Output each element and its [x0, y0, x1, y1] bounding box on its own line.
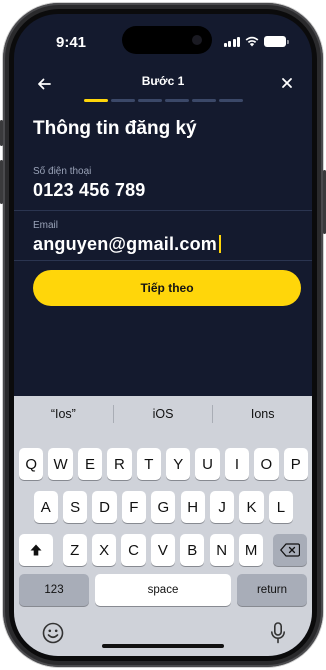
key-r[interactable]: R — [107, 448, 132, 480]
status-time: 9:41 — [56, 34, 87, 51]
suggestion-bar: “Ios” iOS Ions — [14, 396, 312, 432]
email-field-text: anguyen@gmail.com — [33, 234, 217, 254]
key-e[interactable]: E — [77, 448, 103, 480]
next-button[interactable]: Tiếp theo — [33, 270, 301, 306]
email-field[interactable]: Email anguyen@gmail.com — [14, 220, 312, 255]
backspace-icon — [280, 543, 300, 557]
key-j[interactable]: J — [209, 491, 235, 523]
key-t[interactable]: T — [136, 448, 161, 480]
keyboard: “Ios” iOS Ions QWERTYUIOP ASDFGHJKL ZXCVBN… — [14, 396, 312, 656]
wifi-icon — [245, 36, 259, 47]
key-b[interactable]: B — [180, 534, 205, 566]
progress-segment — [192, 99, 216, 102]
dynamic-island — [122, 26, 212, 54]
progress-segment — [84, 99, 108, 102]
space-key[interactable]: space — [95, 574, 231, 606]
suggestion-item[interactable]: Ions — [213, 407, 312, 421]
suggestion-item[interactable]: iOS — [114, 407, 213, 421]
numbers-key[interactable]: 123 — [19, 574, 89, 606]
key-a[interactable]: A — [33, 491, 58, 523]
page-title: Thông tin đăng ký — [33, 118, 197, 139]
progress-segment — [138, 99, 162, 102]
key-g[interactable]: G — [151, 491, 176, 523]
key-s[interactable]: S — [62, 491, 88, 523]
key-f[interactable]: F — [121, 491, 147, 523]
home-indicator[interactable] — [102, 644, 224, 648]
step-progress — [84, 99, 243, 102]
divider — [14, 260, 312, 261]
nav-bar: Bước 1 — [14, 70, 312, 110]
phone-field[interactable]: Số điện thoại 0123 456 789 — [14, 166, 312, 201]
signal-icon — [223, 36, 240, 47]
key-i[interactable]: I — [224, 448, 250, 480]
phone-field-label: Số điện thoại — [33, 166, 92, 177]
email-field-value: anguyen@gmail.com — [33, 234, 312, 255]
key-z[interactable]: Z — [62, 534, 87, 566]
return-key[interactable]: return — [237, 574, 307, 606]
emoji-icon[interactable] — [42, 622, 64, 644]
step-title: Bước 1 — [141, 74, 185, 88]
battery-icon — [264, 36, 289, 47]
close-icon[interactable] — [280, 76, 294, 90]
status-icons — [223, 36, 289, 47]
key-w[interactable]: W — [48, 448, 73, 480]
key-o[interactable]: O — [254, 448, 279, 480]
key-m[interactable]: M — [238, 534, 264, 566]
key-h[interactable]: H — [180, 491, 205, 523]
key-n[interactable]: N — [209, 534, 234, 566]
shift-icon — [30, 544, 42, 556]
text-caret — [219, 235, 221, 253]
progress-segment — [111, 99, 135, 102]
delete-key[interactable] — [273, 534, 307, 566]
camera-icon — [192, 35, 202, 45]
progress-segment — [165, 99, 189, 102]
key-q[interactable]: Q — [19, 448, 44, 480]
key-u[interactable]: U — [195, 448, 220, 480]
status-bar: 9:41 — [14, 14, 312, 64]
volume-button — [0, 160, 3, 204]
progress-segment — [219, 99, 243, 102]
key-x[interactable]: X — [91, 534, 117, 566]
key-c[interactable]: C — [121, 534, 146, 566]
divider — [14, 210, 312, 211]
key-l[interactable]: L — [268, 491, 294, 523]
key-y[interactable]: Y — [166, 448, 191, 480]
app-screen: 9:41 Bước 1 Thông tin đăng ký Số điện th… — [14, 14, 312, 656]
key-v[interactable]: V — [150, 534, 176, 566]
key-p[interactable]: P — [283, 448, 308, 480]
suggestion-item[interactable]: “Ios” — [14, 407, 113, 421]
email-field-label: Email — [33, 220, 59, 231]
key-d[interactable]: D — [92, 491, 117, 523]
volume-button — [0, 120, 3, 146]
microphone-icon[interactable] — [270, 622, 286, 644]
phone-field-value: 0123 456 789 — [33, 180, 146, 200]
key-k[interactable]: K — [239, 491, 264, 523]
shift-key[interactable] — [19, 534, 53, 566]
